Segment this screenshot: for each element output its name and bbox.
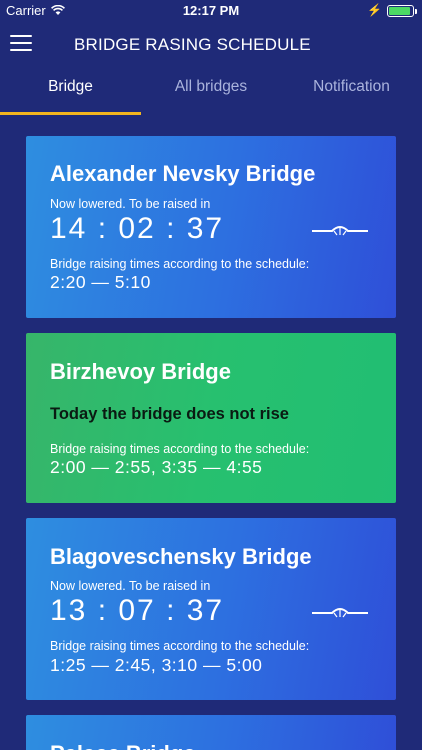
battery-icon: [387, 5, 417, 17]
raising-times: 1:25 — 2:45, 3:10 — 5:00: [50, 655, 263, 675]
tab-notification[interactable]: Notification: [281, 78, 422, 96]
tab-bar: Bridge All bridges Notification: [0, 66, 422, 116]
bridge-name: Birzhevoy Bridge: [50, 359, 231, 384]
menu-icon[interactable]: [10, 35, 32, 53]
charging-icon: ⚡: [367, 3, 382, 17]
countdown-timer: 14 : 02 : 37: [50, 212, 225, 245]
bridge-lowered-icon: [312, 608, 368, 618]
no-rise-message: Today the bridge does not rise: [50, 405, 289, 423]
bridge-name: Palace Bridge: [50, 741, 196, 750]
page-title: BRIDGE RASING SCHEDULE: [74, 35, 311, 54]
schedule-label: Bridge raising times according to the sc…: [50, 442, 310, 456]
bridge-card-blagoveschensky[interactable]: Blagoveschensky Bridge Now lowered. To b…: [26, 518, 396, 700]
status-bar: Carrier 12:17 PM ⚡: [0, 0, 422, 22]
bridge-card-alexander-nevsky[interactable]: Alexander Nevsky Bridge Now lowered. To …: [26, 136, 396, 318]
raising-times: 2:00 — 2:55, 3:35 — 4:55: [50, 457, 263, 477]
bridge-name: Blagoveschensky Bridge: [50, 544, 312, 569]
countdown-timer: 13 : 07 : 37: [50, 594, 225, 627]
bridge-card-palace[interactable]: Palace Bridge: [26, 715, 396, 750]
tab-bridge[interactable]: Bridge: [0, 78, 141, 96]
tab-indicator: [0, 112, 141, 115]
bridge-lowered-icon: [312, 226, 368, 236]
status-time: 12:17 PM: [182, 3, 240, 18]
tab-all-bridges[interactable]: All bridges: [141, 78, 281, 96]
schedule-label: Bridge raising times according to the sc…: [50, 257, 310, 271]
bridge-status: Now lowered. To be raised in: [50, 579, 211, 593]
nav-bar: BRIDGE RASING SCHEDULE: [0, 22, 422, 66]
bridge-card-birzhevoy[interactable]: Birzhevoy Bridge Today the bridge does n…: [26, 333, 396, 503]
schedule-label: Bridge raising times according to the sc…: [50, 639, 310, 653]
raising-times: 2:20 — 5:10: [50, 272, 151, 292]
battery-fill: [389, 7, 410, 15]
bridge-status: Now lowered. To be raised in: [50, 197, 211, 211]
bridge-name: Alexander Nevsky Bridge: [50, 161, 316, 186]
